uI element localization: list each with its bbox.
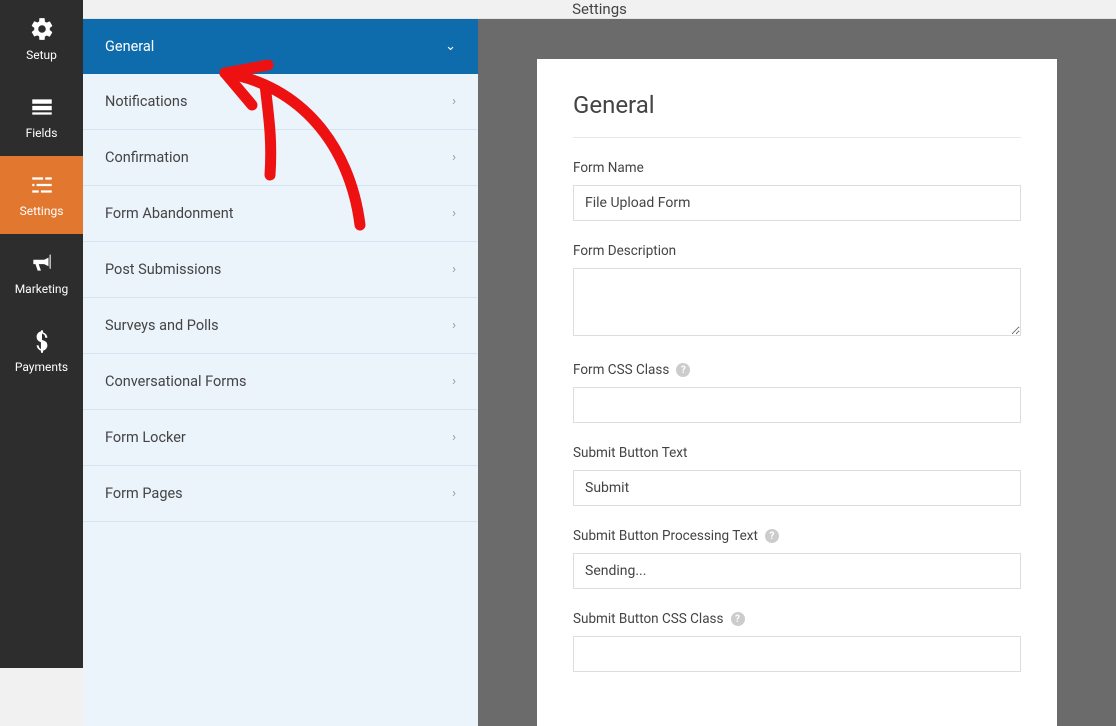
sidebar-item-general[interactable]: General ⌄: [83, 19, 478, 74]
sidebar-item-form-locker[interactable]: Form Locker ›: [83, 410, 478, 466]
nav-settings[interactable]: Settings: [0, 156, 83, 234]
form-description-textarea[interactable]: [573, 268, 1021, 336]
sidebar-item-confirmation[interactable]: Confirmation ›: [83, 130, 478, 186]
bullhorn-icon: [29, 250, 55, 276]
submit-button-text-label: Submit Button Text: [573, 445, 1021, 461]
sidebar-item-label: Form Pages: [105, 485, 183, 502]
content-area: General ⌄ Notifications › Confirmation ›…: [83, 19, 1116, 726]
submit-button-processing-input[interactable]: [573, 553, 1021, 589]
sidebar-item-label: General: [105, 38, 154, 55]
nav-fields[interactable]: Fields: [0, 78, 83, 156]
field-form-css-class: Form CSS Class ?: [573, 362, 1021, 423]
nav-setup-label: Setup: [26, 48, 57, 62]
submit-button-text-input[interactable]: [573, 470, 1021, 506]
field-submit-button-processing: Submit Button Processing Text ?: [573, 528, 1021, 589]
sidebar-item-conversational-forms[interactable]: Conversational Forms ›: [83, 354, 478, 410]
form-description-label: Form Description: [573, 243, 1021, 259]
sidebar-item-form-pages[interactable]: Form Pages ›: [83, 466, 478, 522]
chevron-right-icon: ›: [452, 262, 456, 277]
sliders-icon: [29, 172, 55, 198]
gear-icon: [29, 16, 55, 42]
fields-icon: [29, 94, 55, 120]
sidebar-item-post-submissions[interactable]: Post Submissions ›: [83, 242, 478, 298]
chevron-down-icon: ⌄: [445, 39, 456, 54]
sidebar-item-surveys-polls[interactable]: Surveys and Polls ›: [83, 298, 478, 354]
left-nav: Setup Fields Settings Marketing Payments: [0, 0, 83, 668]
nav-payments-label: Payments: [15, 360, 68, 374]
form-name-label: Form Name: [573, 160, 1021, 176]
sidebar-item-label: Surveys and Polls: [105, 317, 219, 334]
settings-sidebar: General ⌄ Notifications › Confirmation ›…: [83, 19, 478, 726]
sidebar-item-label: Notifications: [105, 93, 187, 110]
sidebar-item-label: Confirmation: [105, 149, 189, 166]
submit-button-processing-label: Submit Button Processing Text: [573, 528, 758, 544]
form-name-input[interactable]: [573, 185, 1021, 221]
sidebar-item-label: Form Abandonment: [105, 205, 233, 222]
field-form-name: Form Name: [573, 160, 1021, 221]
help-icon[interactable]: ?: [731, 612, 745, 626]
form-css-class-input[interactable]: [573, 387, 1021, 423]
nav-fields-label: Fields: [26, 126, 58, 140]
sidebar-item-label: Post Submissions: [105, 261, 221, 278]
nav-setup[interactable]: Setup: [0, 0, 83, 78]
sidebar-item-label: Form Locker: [105, 429, 186, 446]
chevron-right-icon: ›: [452, 486, 456, 501]
page-title: Settings: [572, 0, 627, 18]
help-icon[interactable]: ?: [676, 363, 690, 377]
chevron-right-icon: ›: [452, 206, 456, 221]
chevron-right-icon: ›: [452, 94, 456, 109]
chevron-right-icon: ›: [452, 374, 456, 389]
chevron-right-icon: ›: [452, 318, 456, 333]
form-css-class-label: Form CSS Class: [573, 362, 669, 378]
sidebar-item-notifications[interactable]: Notifications ›: [83, 74, 478, 130]
panel-title: General: [573, 91, 1021, 138]
dollar-icon: [29, 328, 55, 354]
settings-panel: General Form Name Form Description Form …: [537, 59, 1057, 726]
sidebar-item-form-abandonment[interactable]: Form Abandonment ›: [83, 186, 478, 242]
field-form-description: Form Description: [573, 243, 1021, 340]
nav-marketing-label: Marketing: [15, 282, 69, 296]
help-icon[interactable]: ?: [765, 529, 779, 543]
submit-button-css-class-input[interactable]: [573, 636, 1021, 672]
chevron-right-icon: ›: [452, 150, 456, 165]
topbar: Settings: [83, 0, 1116, 19]
nav-settings-label: Settings: [20, 204, 64, 218]
sidebar-item-label: Conversational Forms: [105, 373, 246, 390]
chevron-right-icon: ›: [452, 430, 456, 445]
nav-marketing[interactable]: Marketing: [0, 234, 83, 312]
submit-button-css-class-label: Submit Button CSS Class: [573, 611, 724, 627]
main-area: General Form Name Form Description Form …: [478, 19, 1116, 726]
right-area: Settings General ⌄ Notifications › Confi…: [83, 0, 1116, 668]
field-submit-button-css-class: Submit Button CSS Class ?: [573, 611, 1021, 672]
nav-payments[interactable]: Payments: [0, 312, 83, 390]
field-submit-button-text: Submit Button Text: [573, 445, 1021, 506]
